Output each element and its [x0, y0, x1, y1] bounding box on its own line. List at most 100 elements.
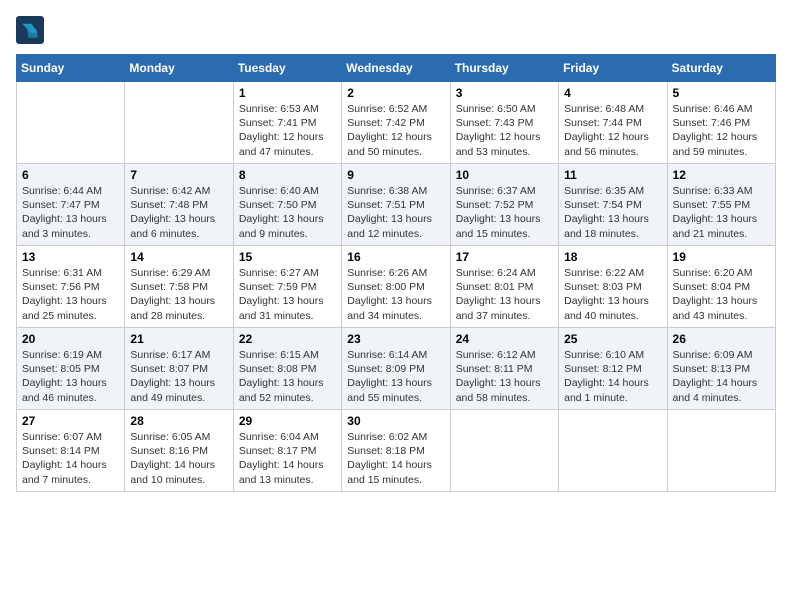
day-number: 22 [239, 332, 336, 346]
header-monday: Monday [125, 55, 233, 82]
day-info: Sunrise: 6:29 AM Sunset: 7:58 PM Dayligh… [130, 266, 227, 323]
calendar-cell: 18 Sunrise: 6:22 AM Sunset: 8:03 PM Dayli… [559, 246, 667, 328]
day-number: 9 [347, 168, 444, 182]
header-friday: Friday [559, 55, 667, 82]
day-info: Sunrise: 6:24 AM Sunset: 8:01 PM Dayligh… [456, 266, 553, 323]
calendar-cell [559, 410, 667, 492]
calendar-cell: 5 Sunrise: 6:46 AM Sunset: 7:46 PM Daylig… [667, 82, 775, 164]
day-info: Sunrise: 6:50 AM Sunset: 7:43 PM Dayligh… [456, 102, 553, 159]
day-number: 30 [347, 414, 444, 428]
day-number: 28 [130, 414, 227, 428]
day-info: Sunrise: 6:48 AM Sunset: 7:44 PM Dayligh… [564, 102, 661, 159]
calendar-cell: 16 Sunrise: 6:26 AM Sunset: 8:00 PM Dayli… [342, 246, 450, 328]
calendar-cell: 22Sunrise: 6:15 AM Sunset: 8:08 PM Dayli… [233, 328, 341, 410]
day-number: 5 [673, 86, 770, 100]
day-info: Sunrise: 6:52 AM Sunset: 7:42 PM Dayligh… [347, 102, 444, 159]
day-info: Sunrise: 6:53 AM Sunset: 7:41 PM Dayligh… [239, 102, 336, 159]
calendar-cell: 21Sunrise: 6:17 AM Sunset: 8:07 PM Dayli… [125, 328, 233, 410]
calendar-cell: 12 Sunrise: 6:33 AM Sunset: 7:55 PM Dayli… [667, 164, 775, 246]
day-info: Sunrise: 6:26 AM Sunset: 8:00 PM Dayligh… [347, 266, 444, 323]
header-sunday: Sunday [17, 55, 125, 82]
calendar-week-2: 6 Sunrise: 6:44 AM Sunset: 7:47 PM Daylig… [17, 164, 776, 246]
day-number: 1 [239, 86, 336, 100]
day-number: 10 [456, 168, 553, 182]
day-info: Sunrise: 6:20 AM Sunset: 8:04 PM Dayligh… [673, 266, 770, 323]
calendar-cell: 29Sunrise: 6:04 AM Sunset: 8:17 PM Dayli… [233, 410, 341, 492]
day-info: Sunrise: 6:12 AM Sunset: 8:11 PM Dayligh… [456, 348, 553, 405]
day-number: 27 [22, 414, 119, 428]
day-number: 12 [673, 168, 770, 182]
calendar-week-4: 20 Sunrise: 6:19 AM Sunset: 8:05 PM Dayli… [17, 328, 776, 410]
day-info: Sunrise: 6:10 AM Sunset: 8:12 PM Dayligh… [564, 348, 661, 405]
day-number: 2 [347, 86, 444, 100]
calendar-week-1: 1 Sunrise: 6:53 AM Sunset: 7:41 PM Daylig… [17, 82, 776, 164]
day-number: 7 [130, 168, 227, 182]
day-number: 21 [130, 332, 227, 346]
calendar-cell: 2 Sunrise: 6:52 AM Sunset: 7:42 PM Daylig… [342, 82, 450, 164]
calendar-cell [17, 82, 125, 164]
calendar-cell: 9Sunrise: 6:38 AM Sunset: 7:51 PM Daylig… [342, 164, 450, 246]
day-info: Sunrise: 6:19 AM Sunset: 8:05 PM Dayligh… [22, 348, 119, 405]
day-info: Sunrise: 6:44 AM Sunset: 7:47 PM Dayligh… [22, 184, 119, 241]
day-info: Sunrise: 6:22 AM Sunset: 8:03 PM Dayligh… [564, 266, 661, 323]
day-number: 14 [130, 250, 227, 264]
calendar-cell: 1 Sunrise: 6:53 AM Sunset: 7:41 PM Daylig… [233, 82, 341, 164]
day-info: Sunrise: 6:33 AM Sunset: 7:55 PM Dayligh… [673, 184, 770, 241]
page-header [16, 16, 776, 44]
day-info: Sunrise: 6:37 AM Sunset: 7:52 PM Dayligh… [456, 184, 553, 241]
calendar-cell: 30 Sunrise: 6:02 AM Sunset: 8:18 PM Dayli… [342, 410, 450, 492]
calendar-week-3: 13 Sunrise: 6:31 AM Sunset: 7:56 PM Dayli… [17, 246, 776, 328]
day-number: 26 [673, 332, 770, 346]
day-number: 16 [347, 250, 444, 264]
day-info: Sunrise: 6:02 AM Sunset: 8:18 PM Dayligh… [347, 430, 444, 487]
day-number: 4 [564, 86, 661, 100]
day-info: Sunrise: 6:42 AM Sunset: 7:48 PM Dayligh… [130, 184, 227, 241]
day-number: 13 [22, 250, 119, 264]
day-number: 29 [239, 414, 336, 428]
calendar-cell [667, 410, 775, 492]
calendar-cell: 28 Sunrise: 6:05 AM Sunset: 8:16 PM Dayli… [125, 410, 233, 492]
calendar-cell: 27 Sunrise: 6:07 AM Sunset: 8:14 PM Dayli… [17, 410, 125, 492]
calendar-header-row: SundayMondayTuesdayWednesdayThursdayFrid… [17, 55, 776, 82]
header-thursday: Thursday [450, 55, 558, 82]
logo-icon [16, 16, 44, 44]
calendar-cell: 24 Sunrise: 6:12 AM Sunset: 8:11 PM Dayli… [450, 328, 558, 410]
calendar-week-5: 27 Sunrise: 6:07 AM Sunset: 8:14 PM Dayli… [17, 410, 776, 492]
logo [16, 16, 48, 44]
day-info: Sunrise: 6:14 AM Sunset: 8:09 PM Dayligh… [347, 348, 444, 405]
calendar-cell: 10 Sunrise: 6:37 AM Sunset: 7:52 PM Dayli… [450, 164, 558, 246]
calendar-cell: 4 Sunrise: 6:48 AM Sunset: 7:44 PM Daylig… [559, 82, 667, 164]
day-info: Sunrise: 6:31 AM Sunset: 7:56 PM Dayligh… [22, 266, 119, 323]
day-number: 3 [456, 86, 553, 100]
calendar-cell: 23 Sunrise: 6:14 AM Sunset: 8:09 PM Dayli… [342, 328, 450, 410]
day-info: Sunrise: 6:05 AM Sunset: 8:16 PM Dayligh… [130, 430, 227, 487]
header-tuesday: Tuesday [233, 55, 341, 82]
day-number: 11 [564, 168, 661, 182]
header-saturday: Saturday [667, 55, 775, 82]
day-number: 25 [564, 332, 661, 346]
calendar-cell: 3 Sunrise: 6:50 AM Sunset: 7:43 PM Daylig… [450, 82, 558, 164]
day-number: 6 [22, 168, 119, 182]
day-number: 15 [239, 250, 336, 264]
calendar-cell: 15Sunrise: 6:27 AM Sunset: 7:59 PM Dayli… [233, 246, 341, 328]
calendar-cell [125, 82, 233, 164]
header-wednesday: Wednesday [342, 55, 450, 82]
day-number: 18 [564, 250, 661, 264]
day-info: Sunrise: 6:07 AM Sunset: 8:14 PM Dayligh… [22, 430, 119, 487]
calendar-cell: 6 Sunrise: 6:44 AM Sunset: 7:47 PM Daylig… [17, 164, 125, 246]
day-number: 17 [456, 250, 553, 264]
calendar-cell: 13 Sunrise: 6:31 AM Sunset: 7:56 PM Dayli… [17, 246, 125, 328]
day-number: 20 [22, 332, 119, 346]
day-number: 8 [239, 168, 336, 182]
calendar-cell: 25 Sunrise: 6:10 AM Sunset: 8:12 PM Dayli… [559, 328, 667, 410]
day-number: 23 [347, 332, 444, 346]
calendar-cell: 8 Sunrise: 6:40 AM Sunset: 7:50 PM Daylig… [233, 164, 341, 246]
calendar-cell [450, 410, 558, 492]
calendar-cell: 20 Sunrise: 6:19 AM Sunset: 8:05 PM Dayli… [17, 328, 125, 410]
day-info: Sunrise: 6:40 AM Sunset: 7:50 PM Dayligh… [239, 184, 336, 241]
day-number: 24 [456, 332, 553, 346]
calendar-cell: 11Sunrise: 6:35 AM Sunset: 7:54 PM Dayli… [559, 164, 667, 246]
day-info: Sunrise: 6:46 AM Sunset: 7:46 PM Dayligh… [673, 102, 770, 159]
calendar-cell: 7 Sunrise: 6:42 AM Sunset: 7:48 PM Daylig… [125, 164, 233, 246]
calendar-table: SundayMondayTuesdayWednesdayThursdayFrid… [16, 54, 776, 492]
